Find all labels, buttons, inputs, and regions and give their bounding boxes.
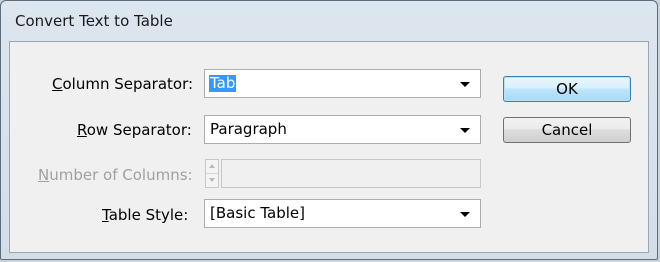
ok-button[interactable]: OK [503,76,631,102]
dialog-title: Convert Text to Table [15,12,173,30]
number-of-columns-stepper [205,159,219,188]
number-of-columns-field [221,159,481,188]
row-separator-dropdown[interactable]: Paragraph [204,115,481,144]
number-of-columns-label: Number of Columns: [38,166,193,184]
row-separator-mnemonic: R [77,121,87,139]
spin-down-icon [209,178,215,182]
table-style-value: [Basic Table] [210,204,305,222]
title-bar[interactable]: Convert Text to Table [1,1,657,41]
table-style-label: Table Style: [102,206,188,224]
convert-text-to-table-dialog: Convert Text to Table Column Separator: … [0,0,658,260]
chevron-down-icon [460,212,470,217]
column-separator-label: Column Separator: [52,75,193,93]
column-separator-label-text: olumn Separator: [62,75,194,93]
row-separator-label-text: ow Separator: [86,121,192,139]
spin-up-icon [209,164,215,168]
row-separator-value: Paragraph [210,120,287,138]
row-separator-label: Row Separator: [77,121,192,139]
spin-up-button [206,160,218,174]
table-style-dropdown[interactable]: [Basic Table] [204,199,481,228]
table-style-mnemonic: T [102,206,109,224]
spin-down-button [206,174,218,187]
column-separator-value: Tab [209,74,237,92]
chevron-down-icon [460,82,470,87]
dialog-body: Column Separator: Tab Row Separator: Par… [9,41,649,253]
chevron-down-icon [460,128,470,133]
cancel-button[interactable]: Cancel [503,117,631,143]
table-style-label-text: able Style: [108,206,189,224]
column-separator-dropdown[interactable]: Tab [204,69,481,98]
column-separator-mnemonic: C [52,75,63,93]
number-of-columns-mnemonic: N [38,166,50,184]
number-of-columns-label-text: umber of Columns: [49,166,193,184]
